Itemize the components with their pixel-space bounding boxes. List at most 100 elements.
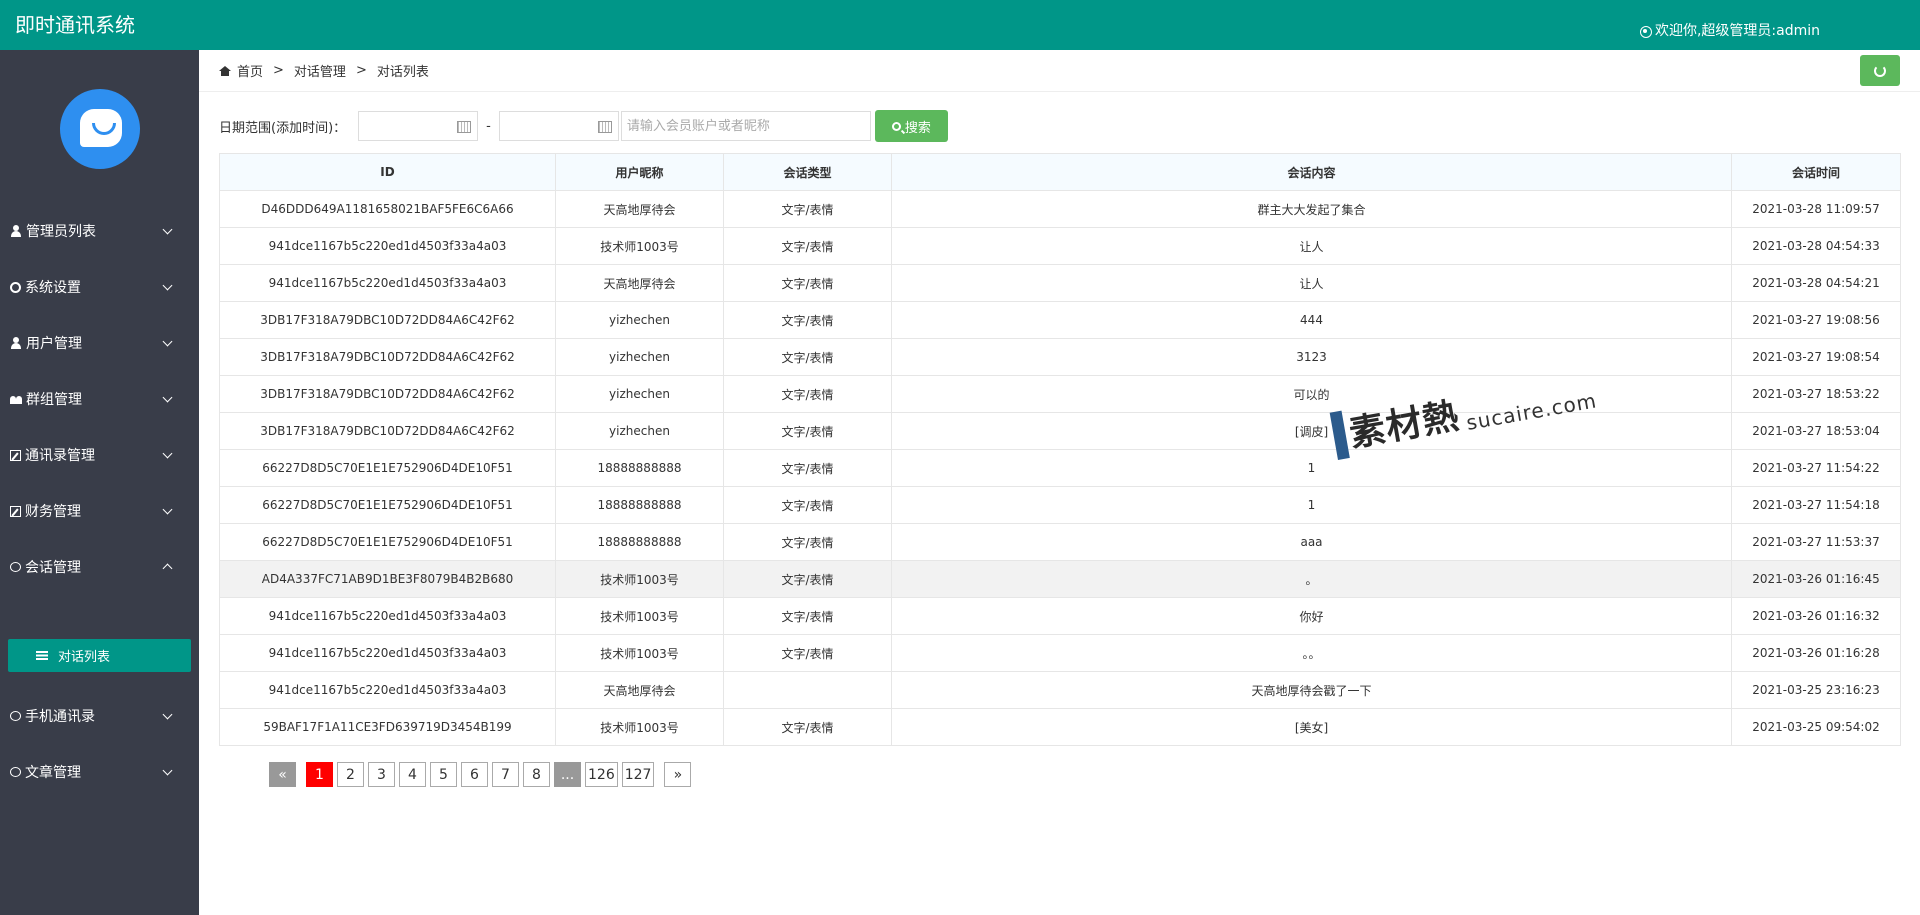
chevron-down-icon: [162, 280, 173, 291]
table-cell: 文字/表情: [723, 190, 892, 228]
chevron-down-icon: [162, 448, 173, 459]
table-cell: 文字/表情: [723, 449, 892, 487]
gear-icon: [10, 281, 21, 293]
sidebar-item[interactable]: 文章管理: [0, 757, 199, 787]
breadcrumb-separator: >: [273, 63, 284, 78]
sidebar-subitem-conversation-list[interactable]: 对话列表: [8, 639, 191, 672]
table-cell: 2021-03-27 11:54:22: [1731, 449, 1901, 487]
table-cell: D46DDD649A1181658021BAF5FE6C6A66: [219, 190, 556, 228]
table-cell: 18888888888: [555, 523, 724, 561]
edit-icon: [10, 449, 21, 461]
refresh-button[interactable]: [1860, 55, 1900, 86]
user-circle-icon: [1639, 25, 1652, 38]
table-row[interactable]: 59BAF17F1A11CE3FD639719D3454B199 技术师1003号…: [219, 708, 1901, 746]
calendar-icon: [597, 121, 612, 133]
table-cell: [美女]: [891, 708, 1732, 746]
page-button[interactable]: 3: [368, 762, 395, 787]
table-cell: 2021-03-26 01:16:28: [1731, 634, 1901, 672]
conversation-table: ID 用户昵称 会话类型 会话内容 会话时间 D46DDD649A1181658021B…: [219, 153, 1901, 746]
edit-icon: [10, 505, 21, 517]
table-row[interactable]: 3DB17F318A79DBC10D72DD84A6C42F62 yizheche…: [219, 301, 1901, 339]
sidebar-item[interactable]: 会话管理: [0, 552, 199, 582]
table-cell: 文字/表情: [723, 486, 892, 524]
table-cell: 2021-03-27 18:53:22: [1731, 375, 1901, 413]
table-row[interactable]: 3DB17F318A79DBC10D72DD84A6C42F62 yizheche…: [219, 375, 1901, 413]
page-button[interactable]: 1: [306, 762, 333, 787]
table-cell: 你好: [891, 597, 1732, 635]
search-button[interactable]: 搜索: [874, 110, 948, 142]
search-input[interactable]: [620, 111, 871, 141]
column-header: 会话内容: [891, 153, 1732, 191]
prev-page-button[interactable]: «: [269, 762, 296, 787]
table-cell: 文字/表情: [723, 227, 892, 265]
page-ellipsis[interactable]: ...: [554, 762, 581, 787]
column-header: ID: [219, 153, 556, 191]
table-row[interactable]: 941dce1167b5c220ed1d4503f33a4a03 技术师1003号…: [219, 227, 1901, 265]
sidebar-item[interactable]: 手机通讯录: [0, 701, 199, 731]
end-date-input[interactable]: [498, 111, 619, 141]
table-row[interactable]: 3DB17F318A79DBC10D72DD84A6C42F62 yizheche…: [219, 338, 1901, 376]
table-cell: 可以的: [891, 375, 1732, 413]
table-row[interactable]: 3DB17F318A79DBC10D72DD84A6C42F62 yizheche…: [219, 412, 1901, 450]
page-button[interactable]: 126: [585, 762, 618, 787]
sidebar-item-label: 通讯录管理: [25, 448, 95, 464]
sidebar-item[interactable]: 用户管理: [0, 328, 199, 358]
sidebar-item-label: 手机通讯录: [25, 709, 95, 725]
page-button[interactable]: 5: [430, 762, 457, 787]
table-row[interactable]: 941dce1167b5c220ed1d4503f33a4a03 天高地厚待会 天高…: [219, 671, 1901, 709]
page-button[interactable]: 2: [337, 762, 364, 787]
table-cell: 技术师1003号: [555, 634, 724, 672]
table-cell: 2021-03-27 19:08:56: [1731, 301, 1901, 339]
chevron-down-icon: [162, 392, 173, 403]
breadcrumb-level1[interactable]: 对话管理: [294, 61, 346, 80]
table-cell: 941dce1167b5c220ed1d4503f33a4a03: [219, 671, 556, 709]
table-cell: 。。: [891, 634, 1732, 672]
table-cell: 18888888888: [555, 486, 724, 524]
breadcrumb-home[interactable]: 首页: [237, 61, 263, 80]
page-button[interactable]: 7: [492, 762, 519, 787]
breadcrumb-level2: 对话列表: [376, 65, 429, 80]
table-cell: 文字/表情: [723, 301, 892, 339]
page-button[interactable]: 6: [461, 762, 488, 787]
table-cell: 2021-03-27 11:53:37: [1731, 523, 1901, 561]
page-button[interactable]: 4: [399, 762, 426, 787]
table-cell: 文字/表情: [723, 708, 892, 746]
table-cell: 66227D8D5C70E1E1E752906D4DE10F51: [219, 486, 556, 524]
sidebar-item[interactable]: 系统设置: [0, 272, 199, 302]
search-button-label: 搜索: [904, 120, 931, 136]
table-row[interactable]: 66227D8D5C70E1E1E752906D4DE10F51 18888888…: [219, 523, 1901, 561]
sidebar-item-label: 群组管理: [26, 392, 82, 408]
page-button[interactable]: 8: [523, 762, 550, 787]
sidebar-item[interactable]: 财务管理: [0, 496, 199, 526]
sidebar-item[interactable]: 群组管理: [0, 384, 199, 414]
chevron-down-icon: [162, 504, 173, 515]
sidebar-item[interactable]: 管理员列表: [0, 216, 199, 246]
page-button[interactable]: 127: [621, 762, 655, 787]
table-row[interactable]: 941dce1167b5c220ed1d4503f33a4a03 天高地厚待会 文字…: [219, 264, 1901, 302]
table-cell: 3DB17F318A79DBC10D72DD84A6C42F62: [219, 338, 556, 376]
table-cell: 文字/表情: [723, 264, 892, 302]
table-row[interactable]: 941dce1167b5c220ed1d4503f33a4a03 技术师1003号…: [219, 634, 1901, 672]
start-date-input[interactable]: [358, 111, 479, 141]
list-icon: [36, 651, 48, 660]
next-page-button[interactable]: »: [664, 762, 692, 787]
table-row[interactable]: D46DDD649A1181658021BAF5FE6C6A66 天高地厚待会 文字…: [219, 190, 1901, 228]
table-row[interactable]: 941dce1167b5c220ed1d4503f33a4a03 技术师1003号…: [219, 597, 1901, 635]
sidebar: 管理员列表系统设置用户管理群组管理通讯录管理财务管理会话管理自定义网站手机通讯录…: [0, 50, 199, 915]
table-cell: yizhechen: [555, 301, 724, 339]
table-row[interactable]: 66227D8D5C70E1E1E752906D4DE10F51 18888888…: [219, 486, 1901, 524]
table-cell: 1: [891, 449, 1732, 487]
table-cell: 文字/表情: [723, 634, 892, 672]
column-header: 会话类型: [723, 153, 892, 191]
table-cell: 技术师1003号: [555, 227, 724, 265]
table-cell: 2021-03-25 09:54:02: [1731, 708, 1901, 746]
sidebar-item[interactable]: 通讯录管理: [0, 440, 199, 470]
table-row[interactable]: 66227D8D5C70E1E1E752906D4DE10F51 18888888…: [219, 449, 1901, 487]
table-cell: AD4A337FC71AB9D1BE3F8079B4B2B680: [219, 560, 556, 598]
sidebar-item-label: 系统设置: [25, 280, 81, 296]
table-cell: 技术师1003号: [555, 560, 724, 598]
date-range-label: 日期范围(添加时间)：: [219, 120, 347, 136]
table-cell: 文字/表情: [723, 597, 892, 635]
table-row[interactable]: AD4A337FC71AB9D1BE3F8079B4B2B680 技术师1003号…: [219, 560, 1901, 598]
refresh-icon: [1874, 64, 1886, 77]
